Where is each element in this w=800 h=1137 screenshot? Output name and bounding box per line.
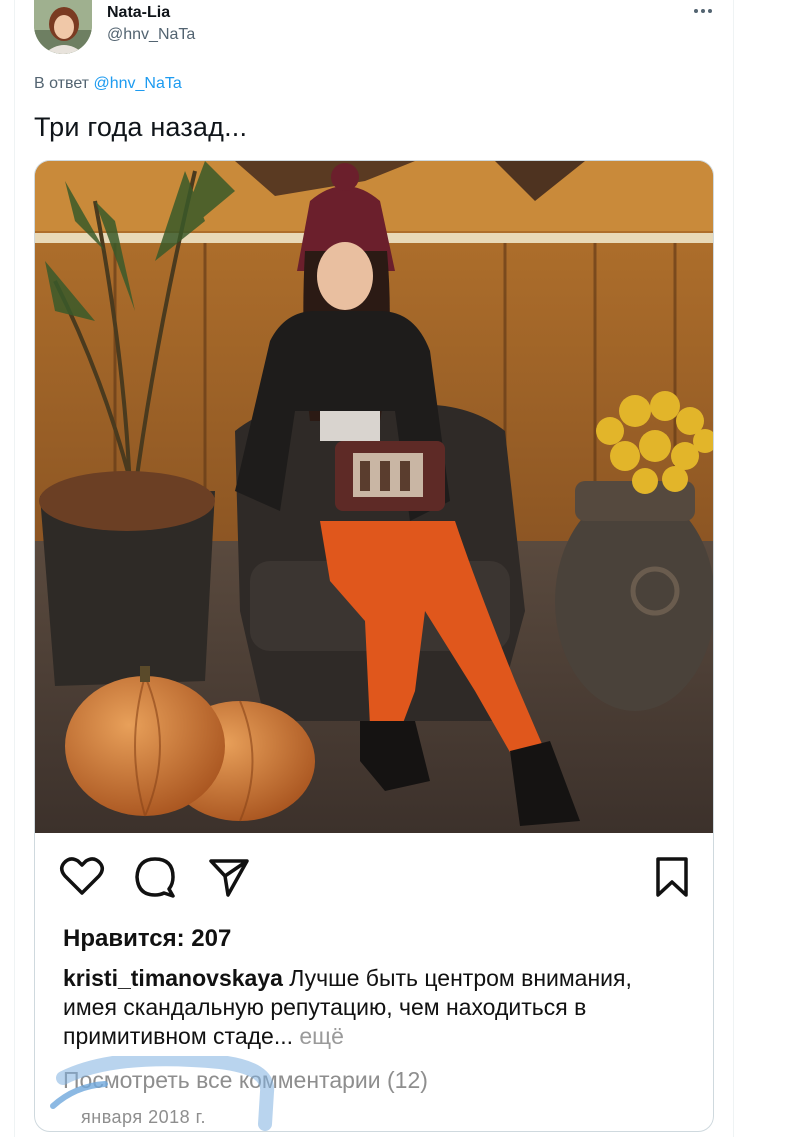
comment-icon[interactable] xyxy=(133,855,177,899)
post-date: января 2018 г. xyxy=(81,1107,207,1127)
author-name[interactable]: Nata-Lia xyxy=(107,4,170,22)
reply-prefix: В ответ xyxy=(34,75,90,92)
media-card[interactable]: Нравится: 207 kristi_timanovskaya Лучше … xyxy=(34,160,714,1132)
caption-more-link[interactable]: ещё xyxy=(293,1023,344,1049)
tweet-text: Три года назад... xyxy=(34,112,248,142)
photo[interactable] xyxy=(35,161,713,833)
reply-context: В ответ @hnv_NaTa xyxy=(34,75,182,93)
post-caption: kristi_timanovskaya Лучше быть центром в… xyxy=(63,964,683,1051)
reply-to-link[interactable]: @hnv_NaTa xyxy=(93,75,181,92)
more-icon[interactable] xyxy=(688,0,718,22)
share-icon[interactable] xyxy=(207,855,251,899)
author-handle[interactable]: @hnv_NaTa xyxy=(107,26,195,44)
heart-icon[interactable] xyxy=(59,855,105,897)
bookmark-icon[interactable] xyxy=(653,855,691,899)
instagram-action-bar xyxy=(35,833,713,933)
post-username[interactable]: kristi_timanovskaya xyxy=(63,965,283,991)
view-comments-link[interactable]: Посмотреть все комментарии (12) xyxy=(63,1067,428,1094)
like-count[interactable]: Нравится: 207 xyxy=(63,925,231,953)
